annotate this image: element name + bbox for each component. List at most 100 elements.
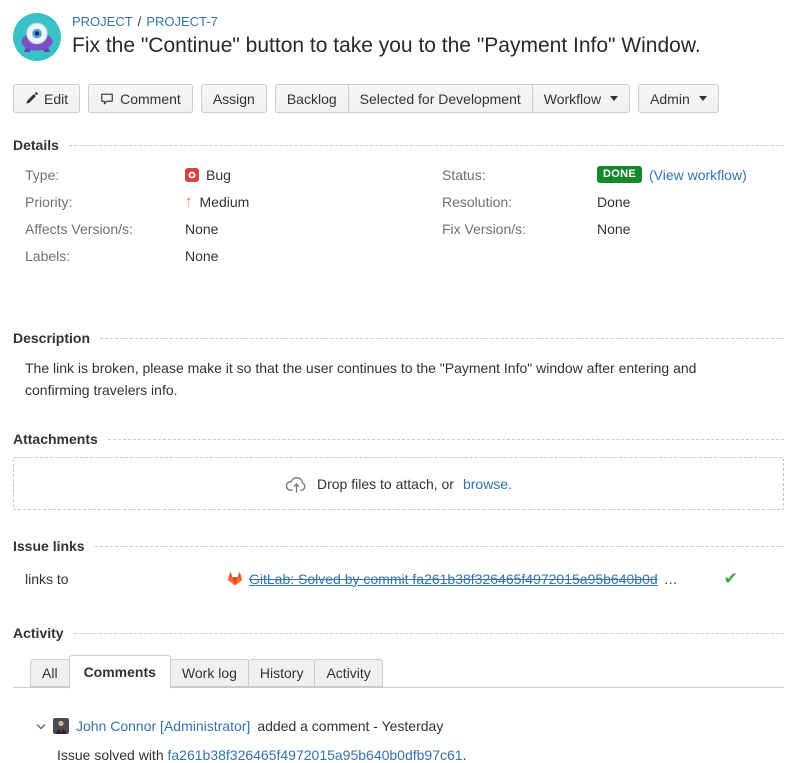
breadcrumb-project-link[interactable]: PROJECT (72, 14, 133, 29)
fix-versions-field: Fix Version/s: None (430, 220, 784, 237)
assign-button[interactable]: Assign (201, 84, 267, 113)
comment-text-suffix: . (463, 747, 467, 763)
chevron-down-icon (699, 96, 707, 101)
fix-versions-label: Fix Version/s: (442, 221, 597, 237)
details-body: Type: Bug Priority: ↑ Medium Affects Ver… (13, 166, 784, 274)
admin-dropdown-button[interactable]: Admin (638, 84, 719, 113)
details-heading: Details (13, 137, 784, 153)
affects-versions-label: Affects Version/s: (25, 221, 185, 237)
details-heading-label: Details (13, 137, 59, 153)
admin-dropdown-label: Admin (650, 91, 690, 107)
tab-activity[interactable]: Activity (314, 659, 382, 687)
details-left-column: Type: Bug Priority: ↑ Medium Affects Ver… (13, 166, 430, 274)
details-section: Details Type: Bug Priority: ↑ Medium (13, 137, 784, 274)
resolved-check-icon: ✔ (724, 570, 738, 587)
comment-header: John Connor [Administrator] added a comm… (13, 718, 784, 734)
heading-rule (108, 439, 784, 440)
comment-author-link[interactable]: John Connor [Administrator] (76, 718, 250, 734)
fix-versions-value: None (597, 221, 630, 237)
description-heading-label: Description (13, 330, 90, 346)
attachments-dropzone[interactable]: Drop files to attach, or browse. (13, 457, 784, 510)
gitlab-commit-link[interactable]: GitLab: Solved by commit fa261b38f326465… (249, 571, 658, 587)
labels-value: None (185, 248, 218, 264)
priority-label: Priority: (25, 194, 185, 210)
collapse-chevron-icon[interactable] (36, 723, 46, 730)
edit-button[interactable]: Edit (13, 84, 80, 113)
tab-all[interactable]: All (30, 659, 70, 687)
details-right-column: Status: DONE (View workflow) Resolution:… (430, 166, 784, 274)
heading-rule (100, 338, 784, 339)
priority-value-text: Medium (200, 194, 250, 210)
issue-links-heading-label: Issue links (13, 538, 85, 554)
backlog-button[interactable]: Backlog (275, 84, 348, 113)
type-label: Type: (25, 167, 185, 183)
tab-comments[interactable]: Comments (69, 655, 171, 689)
gitlab-icon (227, 571, 243, 586)
resolution-value: Done (597, 194, 630, 210)
header-text: PROJECT / PROJECT-7 Fix the "Continue" b… (72, 13, 701, 58)
issue-links-section: Issue links links to GitLab: Solved by c… (13, 538, 784, 587)
comment-meta: added a comment - Yesterday (257, 718, 443, 734)
chevron-down-icon (610, 96, 618, 101)
activity-tabs: All Comments Work log History Activity (13, 655, 784, 688)
toolbar: Edit Comment Assign Backlog Selected for… (13, 84, 784, 113)
activity-section: Activity All Comments Work log History A… (13, 625, 784, 763)
link-ellipsis: … (664, 571, 678, 587)
resolution-label: Resolution: (442, 194, 597, 210)
gitlab-link-wrap: GitLab: Solved by commit fa261b38f326465… (227, 571, 678, 587)
user-avatar (53, 718, 69, 734)
affects-versions-value: None (185, 221, 218, 237)
status-label: Status: (442, 167, 597, 183)
issue-page: PROJECT / PROJECT-7 Fix the "Continue" b… (0, 0, 797, 763)
tab-work-log[interactable]: Work log (170, 659, 249, 687)
selected-for-development-label: Selected for Development (360, 91, 521, 107)
priority-value: ↑ Medium (185, 194, 249, 210)
issue-header: PROJECT / PROJECT-7 Fix the "Continue" b… (13, 13, 784, 61)
issue-links-heading: Issue links (13, 538, 784, 554)
edit-button-label: Edit (44, 91, 68, 107)
heading-rule (69, 145, 784, 146)
assign-button-label: Assign (213, 91, 255, 107)
type-value-text: Bug (206, 167, 231, 183)
browse-link[interactable]: browse. (463, 476, 512, 492)
comment-button[interactable]: Comment (88, 84, 193, 113)
description-section: Description The link is broken, please m… (13, 330, 784, 401)
bug-icon (185, 168, 199, 182)
tab-history[interactable]: History (248, 659, 316, 687)
description-text: The link is broken, please make it so th… (13, 358, 784, 401)
breadcrumb-issue-link[interactable]: PROJECT-7 (146, 14, 218, 29)
selected-for-development-button[interactable]: Selected for Development (348, 84, 532, 113)
backlog-button-label: Backlog (287, 91, 337, 107)
page-title: Fix the "Continue" button to take you to… (72, 34, 701, 58)
dropzone-text: Drop files to attach, or (317, 476, 454, 492)
breadcrumb: PROJECT / PROJECT-7 (72, 14, 701, 29)
labels-label: Labels: (25, 248, 185, 264)
workflow-button-group: Backlog Selected for Development Workflo… (275, 84, 630, 113)
heading-rule (74, 633, 784, 634)
breadcrumb-separator: / (138, 14, 142, 29)
status-badge: DONE (597, 166, 642, 182)
view-workflow-link[interactable]: (View workflow) (649, 167, 747, 183)
commit-hash-link[interactable]: fa261b38f326465f4972015a95b640b0dfb97c61 (168, 747, 463, 763)
comment-button-label: Comment (120, 91, 181, 107)
labels-field: Labels: None (13, 247, 430, 264)
priority-field: Priority: ↑ Medium (13, 193, 430, 210)
attachments-heading-label: Attachments (13, 431, 98, 447)
heading-rule (95, 546, 784, 547)
status-value: DONE (View workflow) (597, 166, 747, 182)
priority-medium-icon: ↑ (185, 194, 193, 209)
status-field: Status: DONE (View workflow) (430, 166, 784, 183)
issue-link-row: links to GitLab: Solved by commit fa261b… (13, 570, 784, 587)
workflow-dropdown-button[interactable]: Workflow (532, 84, 630, 113)
comment-text-prefix: Issue solved with (57, 747, 168, 763)
description-heading: Description (13, 330, 784, 346)
activity-heading-label: Activity (13, 625, 64, 641)
attachments-heading: Attachments (13, 431, 784, 447)
workflow-dropdown-label: Workflow (544, 91, 601, 107)
link-relation-label: links to (25, 571, 227, 587)
cloud-upload-icon (285, 474, 308, 494)
type-field: Type: Bug (13, 166, 430, 183)
affects-versions-field: Affects Version/s: None (13, 220, 430, 237)
pencil-icon (25, 92, 38, 105)
comment-body: Issue solved with fa261b38f326465f497201… (13, 747, 784, 763)
